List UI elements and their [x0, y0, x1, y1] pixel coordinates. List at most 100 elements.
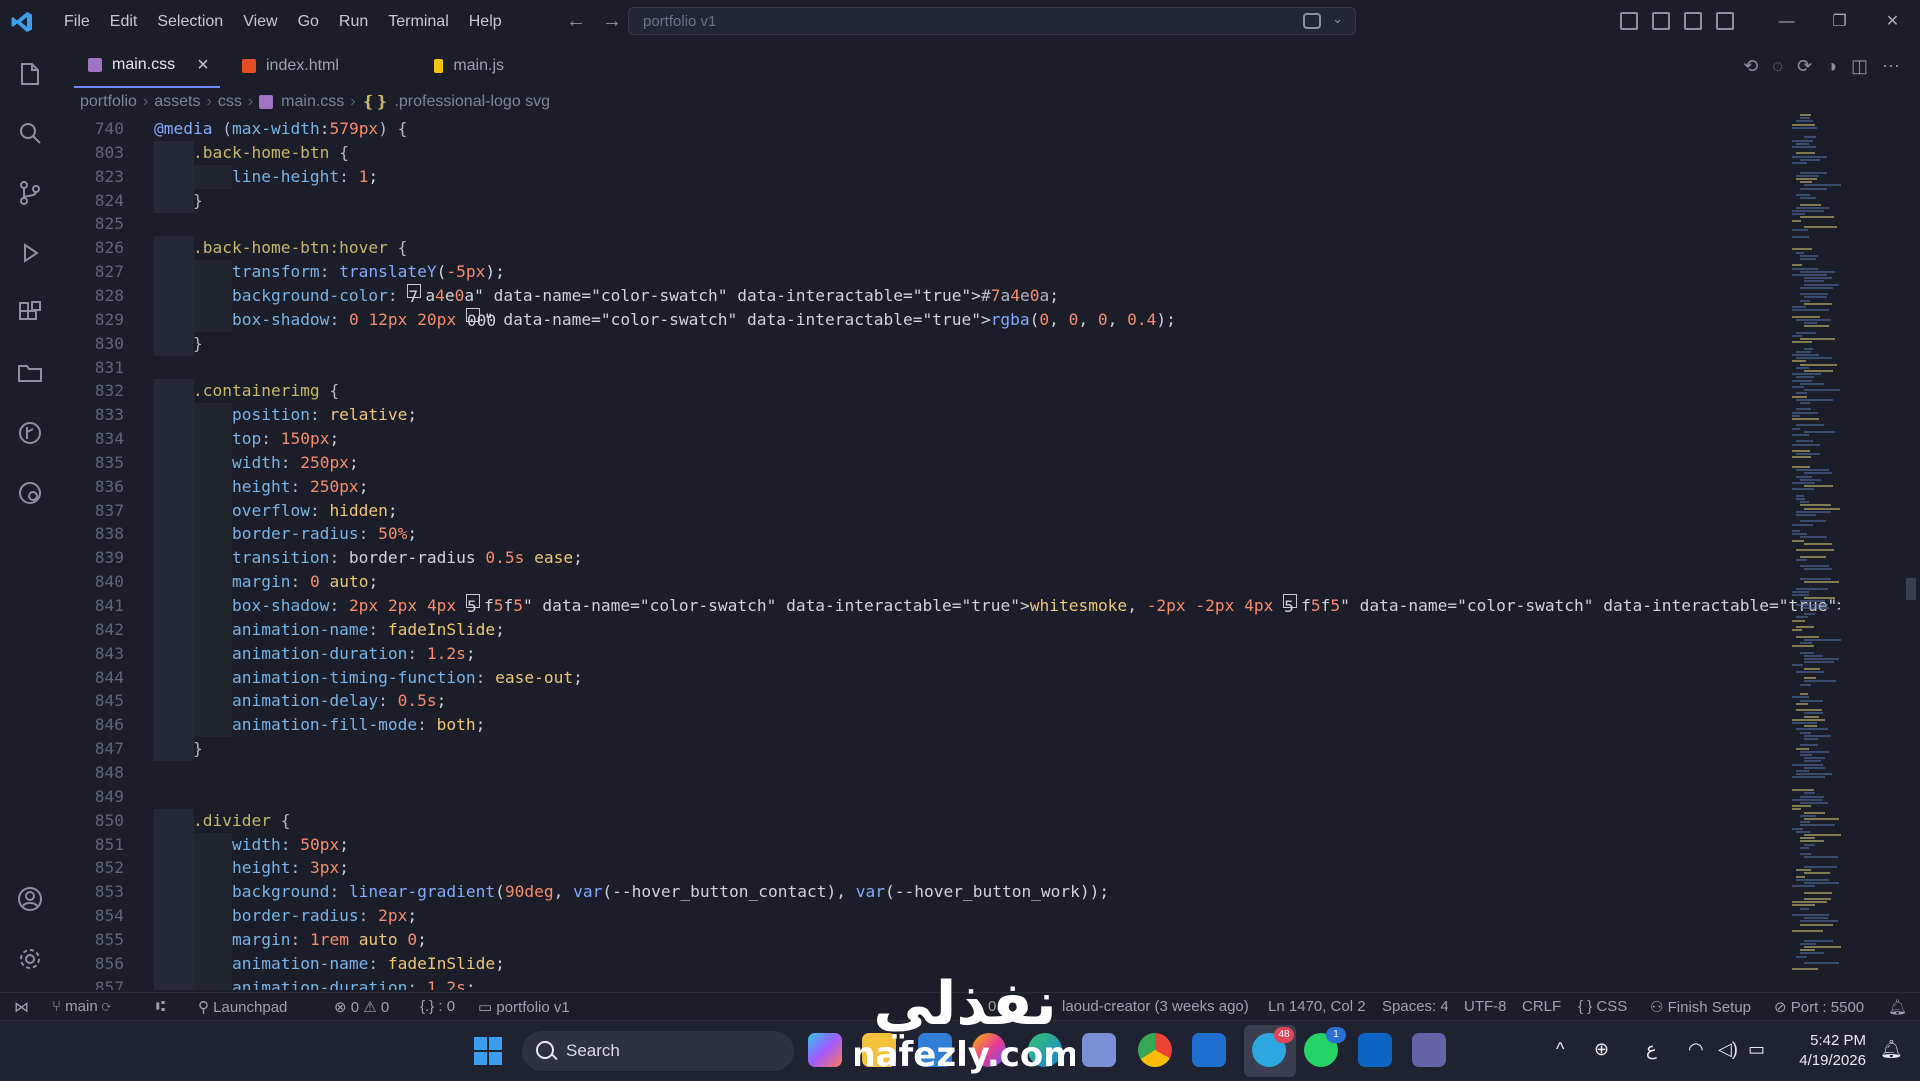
input-language[interactable]: ع	[1646, 1039, 1657, 1060]
menu-item-selection[interactable]: Selection	[147, 0, 233, 44]
microsoft-365-icon[interactable]	[808, 1033, 842, 1067]
code-line[interactable]: 835 width: 250px;	[60, 450, 1840, 475]
timeline-icon[interactable]: ◌	[1772, 56, 1783, 77]
run-debug-icon[interactable]	[15, 240, 45, 270]
code-line[interactable]: 845 animation-delay: 0.5s;	[60, 689, 1840, 714]
menu-item-help[interactable]: Help	[459, 0, 512, 44]
breadcrumb-item[interactable]: css	[218, 93, 242, 111]
tab-main-js[interactable]: main.js	[374, 44, 504, 88]
breadcrumb-item[interactable]: main.css	[281, 93, 344, 111]
breadcrumb-item[interactable]: assets	[154, 93, 200, 111]
wifi-icon[interactable]: ◠	[1688, 1039, 1704, 1060]
edge-browser-icon[interactable]	[1028, 1033, 1062, 1067]
menu-item-run[interactable]: Run	[329, 0, 378, 44]
settings-gear-icon[interactable]	[15, 946, 45, 976]
restore-icon[interactable]: ❐	[1813, 0, 1866, 44]
finish-setup-status[interactable]: ⚇ Finish Setup	[1650, 998, 1751, 1016]
code-line[interactable]: 831	[60, 356, 1840, 380]
taskbar-search[interactable]: Search	[522, 1031, 794, 1071]
folder-icon[interactable]	[15, 360, 45, 390]
menu-item-go[interactable]: Go	[288, 0, 329, 44]
code-line[interactable]: 840 margin: 0 auto;	[60, 570, 1840, 595]
chrome-icon[interactable]	[1138, 1033, 1172, 1067]
code-line[interactable]: 857 animation-duration: 1.2s;	[60, 975, 1840, 990]
code-line[interactable]: 830 }	[60, 331, 1840, 356]
search-icon[interactable]	[15, 120, 45, 150]
code-line[interactable]: 740 @media (max-width:579px) {	[60, 117, 1840, 141]
security-app-icon[interactable]	[1082, 1033, 1116, 1067]
code-line[interactable]: 824 }	[60, 188, 1840, 213]
code-line[interactable]: 838 border-radius: 50%;	[60, 522, 1840, 547]
git-graph-status-icon[interactable]: ⑆	[156, 998, 165, 1015]
code-line[interactable]: 829 box-shadow: 0 12px 20px 000" data-na…	[60, 307, 1840, 332]
git-compare-icon[interactable]: ◑	[1826, 56, 1837, 77]
menu-item-edit[interactable]: Edit	[100, 0, 148, 44]
branch-status[interactable]: ⑂ main ⟳	[52, 998, 111, 1015]
live-server-status[interactable]: ⊘ Port : 5500	[1774, 998, 1864, 1016]
code-line[interactable]: 837 overflow: hidden;	[60, 498, 1840, 523]
code-line[interactable]: 826 .back-home-btn:hover {	[60, 236, 1840, 261]
volume-icon[interactable]: ◁)	[1718, 1039, 1738, 1060]
scrollbar-thumb[interactable]	[1906, 578, 1916, 600]
copilot-chat-icon[interactable]	[1303, 13, 1321, 29]
code-editor[interactable]: 740 @media (max-width:579px) {803 .back-h…	[60, 114, 1840, 990]
code-line[interactable]: 851 width: 50px;	[60, 832, 1840, 857]
toggle-panel-icon[interactable]	[1684, 12, 1702, 30]
customize-layout-icon[interactable]	[1620, 12, 1638, 30]
minimize-icon[interactable]: —	[1760, 0, 1813, 44]
outlook-icon[interactable]	[1192, 1033, 1226, 1067]
linkedin-icon[interactable]	[1358, 1033, 1392, 1067]
code-line[interactable]: 839 transition: border-radius 0.5s ease;	[60, 546, 1840, 571]
code-line[interactable]: 825	[60, 212, 1840, 236]
code-line[interactable]: 828 background-color: 7 a4e0a" data-name=…	[60, 283, 1840, 308]
git-blame-status[interactable]: laoud-creator (3 weeks ago)	[1062, 998, 1249, 1015]
code-line[interactable]: 852 height: 3px;	[60, 856, 1840, 881]
explorer-icon[interactable]	[15, 60, 45, 90]
code-line[interactable]: 855 margin: 1rem auto 0;	[60, 927, 1840, 952]
indentation-status[interactable]: Spaces: 4	[1382, 998, 1449, 1015]
forward-arrow-icon[interactable]: →	[602, 10, 622, 33]
code-line[interactable]: 823 line-height: 1;	[60, 164, 1840, 189]
whatsapp-icon[interactable]: 1	[1304, 1027, 1346, 1067]
toggle-secondary-sidebar-icon[interactable]	[1716, 12, 1734, 30]
file-explorer-icon[interactable]	[862, 1033, 896, 1067]
code-line[interactable]: 848	[60, 761, 1840, 785]
photos-icon[interactable]	[972, 1033, 1006, 1067]
code-line[interactable]: 850 .divider {	[60, 808, 1840, 833]
minimap[interactable]	[1790, 114, 1890, 990]
toggle-primary-sidebar-icon[interactable]	[1652, 12, 1670, 30]
chevron-down-icon[interactable]: ⌄	[1332, 11, 1343, 27]
extensions-icon[interactable]	[15, 300, 45, 330]
brackets-status[interactable]: {.} : 0	[420, 998, 455, 1015]
tab-index-html[interactable]: index.html	[226, 44, 374, 88]
code-line[interactable]: 846 animation-fill-mode: both;	[60, 713, 1840, 738]
code-line[interactable]: 834 top: 150px;	[60, 427, 1840, 452]
code-line[interactable]: 854 border-radius: 2px;	[60, 904, 1840, 929]
breadcrumb-item[interactable]: portfolio	[80, 93, 137, 111]
close-window-icon[interactable]: ✕	[1866, 0, 1919, 44]
next-change-icon[interactable]: ⟳	[1797, 56, 1812, 77]
network-globe-icon[interactable]: ⊕	[1594, 1039, 1609, 1060]
code-line[interactable]: 853 background: linear-gradient(90deg, v…	[60, 880, 1840, 905]
telegram-icon[interactable]: 48	[1252, 1027, 1294, 1067]
folder-status[interactable]: ▭ portfolio v1	[478, 998, 570, 1016]
more-actions-icon[interactable]: ⋯	[1882, 56, 1900, 77]
problems-status[interactable]: ⊗ 0 ⚠ 0	[334, 998, 389, 1016]
notifications-bell-icon[interactable]: 🔔︎	[1888, 998, 1907, 1016]
cursor-position[interactable]: Ln 1470, Col 2	[1268, 998, 1366, 1015]
code-line[interactable]: 803 .back-home-btn {	[60, 140, 1840, 165]
code-line[interactable]: 832 .containerimg {	[60, 379, 1840, 404]
remote-icon[interactable]: ⋈	[14, 998, 29, 1016]
close-icon[interactable]: ×	[197, 54, 209, 77]
source-control-icon[interactable]	[15, 180, 45, 210]
breadcrumb-item[interactable]: .professional-logo svg	[394, 93, 550, 111]
launchpad-status[interactable]: ⚲ Launchpad	[198, 998, 287, 1016]
battery-icon[interactable]: ▭	[1748, 1039, 1765, 1060]
encoding-status[interactable]: UTF-8	[1464, 998, 1507, 1015]
windows-start-icon[interactable]	[474, 1037, 502, 1065]
code-line[interactable]: 833 position: relative;	[60, 403, 1840, 428]
chevron-up-icon[interactable]: ^	[1556, 1039, 1564, 1060]
code-line[interactable]: 827 transform: translateY(-5px);	[60, 260, 1840, 285]
code-line[interactable]: 841 box-shadow: 2px 2px 4px 5 f5f5" data-…	[60, 594, 1840, 618]
menu-item-view[interactable]: View	[233, 0, 287, 44]
